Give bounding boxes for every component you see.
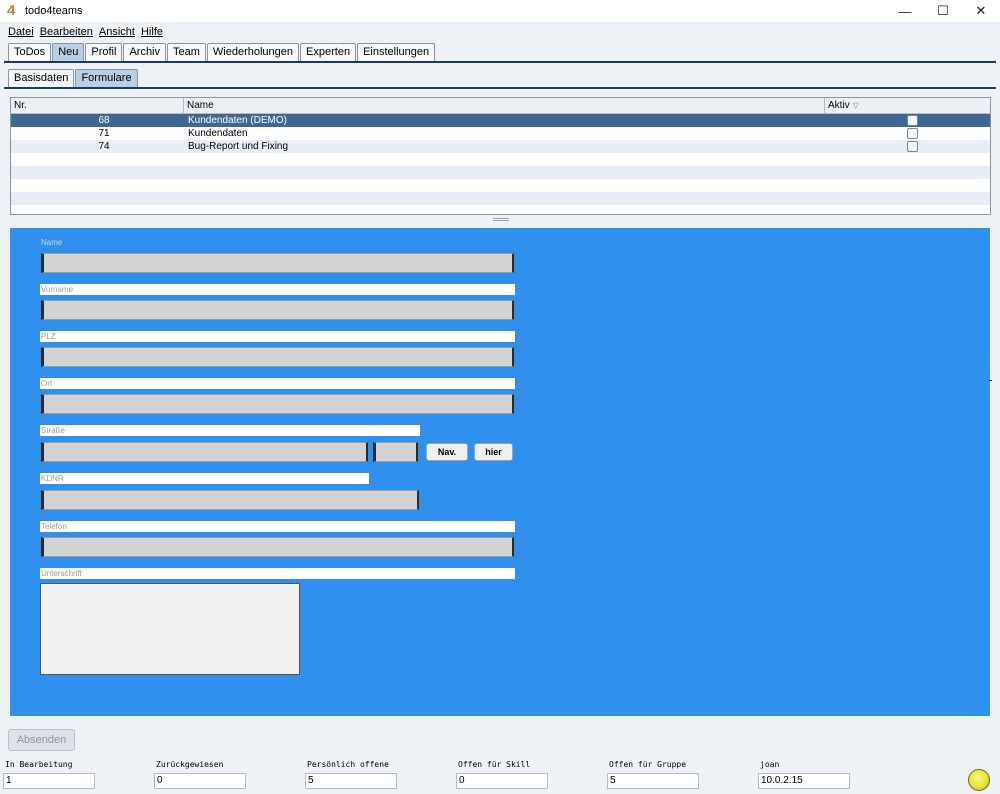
main-tab-divider [4, 61, 996, 63]
table-row[interactable]: 68 Kundendaten (DEMO) [11, 114, 990, 127]
column-header-nr[interactable]: Nr. [11, 98, 184, 113]
label-plz: PLZ [40, 331, 515, 342]
sub-tab-divider [4, 87, 996, 89]
tab-wiederholungen[interactable]: Wiederholungen [206, 43, 300, 61]
column-header-aktiv-label: Aktiv [828, 100, 850, 111]
status-label-zurueckgewiesen: Zurückgewiesen [156, 760, 224, 769]
status-value-persoenlich-offene: 5 [305, 773, 397, 789]
sort-desc-icon: ▽ [852, 101, 859, 110]
column-header-aktiv[interactable]: Aktiv ▽ [825, 98, 990, 113]
tab-profil[interactable]: Profil [85, 43, 123, 61]
empty-row [11, 192, 990, 205]
ort-field[interactable] [41, 394, 514, 414]
empty-row [11, 179, 990, 192]
row-name: Kundendaten [188, 128, 248, 139]
maximize-button[interactable]: ☐ [924, 0, 962, 22]
label-unterschrift: Unterschrift [40, 568, 515, 579]
table-header: Nr. Name Aktiv ▽ [11, 98, 990, 114]
row-nr: 74 [98, 141, 110, 152]
tab-archiv[interactable]: Archiv [123, 43, 166, 61]
label-telefon: Telefon [40, 521, 515, 532]
aktiv-checkbox[interactable] [906, 141, 918, 152]
kdnr-field[interactable] [41, 490, 419, 510]
hausnummer-field[interactable] [373, 442, 418, 462]
aktiv-checkbox[interactable] [906, 115, 918, 126]
aktiv-checkbox[interactable] [906, 128, 918, 139]
tab-team[interactable]: Team [167, 43, 206, 61]
tab-einstellungen[interactable]: Einstellungen [357, 43, 436, 61]
forms-table: Nr. Name Aktiv ▽ 68 Kundendaten (DEMO) 7… [10, 97, 991, 215]
label-strasse: Straße [40, 425, 420, 436]
vorname-field[interactable] [41, 300, 514, 320]
close-button[interactable]: ✕ [962, 0, 1000, 22]
empty-row [11, 166, 990, 179]
signature-pad[interactable] [40, 583, 300, 675]
resize-handle[interactable] [989, 380, 992, 381]
menu-datei[interactable]: Datei [8, 26, 34, 38]
tab-neu[interactable]: Neu [52, 43, 85, 61]
status-label-offen-skill: Offen für Skill [458, 760, 531, 769]
telefon-field[interactable] [41, 537, 514, 557]
tab-formulare[interactable]: Formulare [75, 69, 138, 87]
label-kdnr: KDNR [40, 473, 369, 484]
status-label-user: joan [760, 760, 780, 769]
column-header-name[interactable]: Name [184, 98, 825, 113]
tab-basisdaten[interactable]: Basisdaten [8, 69, 75, 87]
row-nr: 71 [98, 128, 110, 139]
window-controls: — ☐ ✕ [886, 0, 1000, 22]
tab-todos[interactable]: ToDos [8, 43, 52, 61]
app-logo-icon: 4 [7, 2, 16, 19]
menu-bearbeiten[interactable]: Bearbeiten [40, 26, 93, 38]
tab-experten[interactable]: Experten [300, 43, 357, 61]
menu-ansicht[interactable]: Ansicht [99, 26, 135, 38]
label-ort: Ort [40, 378, 515, 389]
row-name: Kundendaten (DEMO) [188, 115, 287, 126]
status-label-persoenlich-offene: Persönlich offene [307, 760, 389, 769]
sub-tab-bar: Basisdaten Formulare [8, 69, 139, 87]
table-row[interactable]: 74 Bug-Report und Fixing [11, 140, 990, 153]
plz-field[interactable] [41, 347, 514, 367]
minimize-button[interactable]: — [886, 0, 924, 22]
row-name: Bug-Report und Fixing [188, 141, 289, 152]
strasse-field[interactable] [41, 442, 368, 462]
window-title: todo4teams [25, 5, 83, 17]
label-vorname: Vorname [40, 284, 515, 295]
label-name: Name [41, 238, 63, 247]
status-value-zurueckgewiesen: 0 [154, 773, 246, 789]
name-field[interactable] [41, 253, 514, 273]
send-button[interactable]: Absenden [8, 729, 75, 751]
form-preview-panel: Name Vorname PLZ Ort Straße Nav. hier KD… [10, 228, 990, 716]
hier-button[interactable]: hier [474, 443, 513, 461]
split-pane-divider[interactable] [493, 218, 509, 221]
menu-hilfe[interactable]: Hilfe [141, 26, 163, 38]
status-value-ip: 10.0.2.15 [758, 773, 850, 789]
status-label-offen-gruppe: Offen für Gruppe [609, 760, 687, 769]
row-nr: 68 [98, 115, 110, 126]
menu-bar: Datei Bearbeiten Ansicht Hilfe [0, 22, 1000, 42]
nav-button[interactable]: Nav. [426, 443, 468, 461]
main-tab-bar: ToDos Neu Profil Archiv Team Wiederholun… [8, 43, 436, 61]
status-value-offen-skill: 0 [456, 773, 548, 789]
table-row[interactable]: 71 Kundendaten [11, 127, 990, 140]
status-value-offen-gruppe: 5 [607, 773, 699, 789]
title-bar: 4 todo4teams — ☐ ✕ [0, 0, 1000, 22]
empty-row [11, 153, 990, 166]
connection-status-icon [968, 769, 990, 791]
status-label-in-bearbeitung: In Bearbeitung [5, 760, 73, 769]
status-value-in-bearbeitung: 1 [3, 773, 95, 789]
